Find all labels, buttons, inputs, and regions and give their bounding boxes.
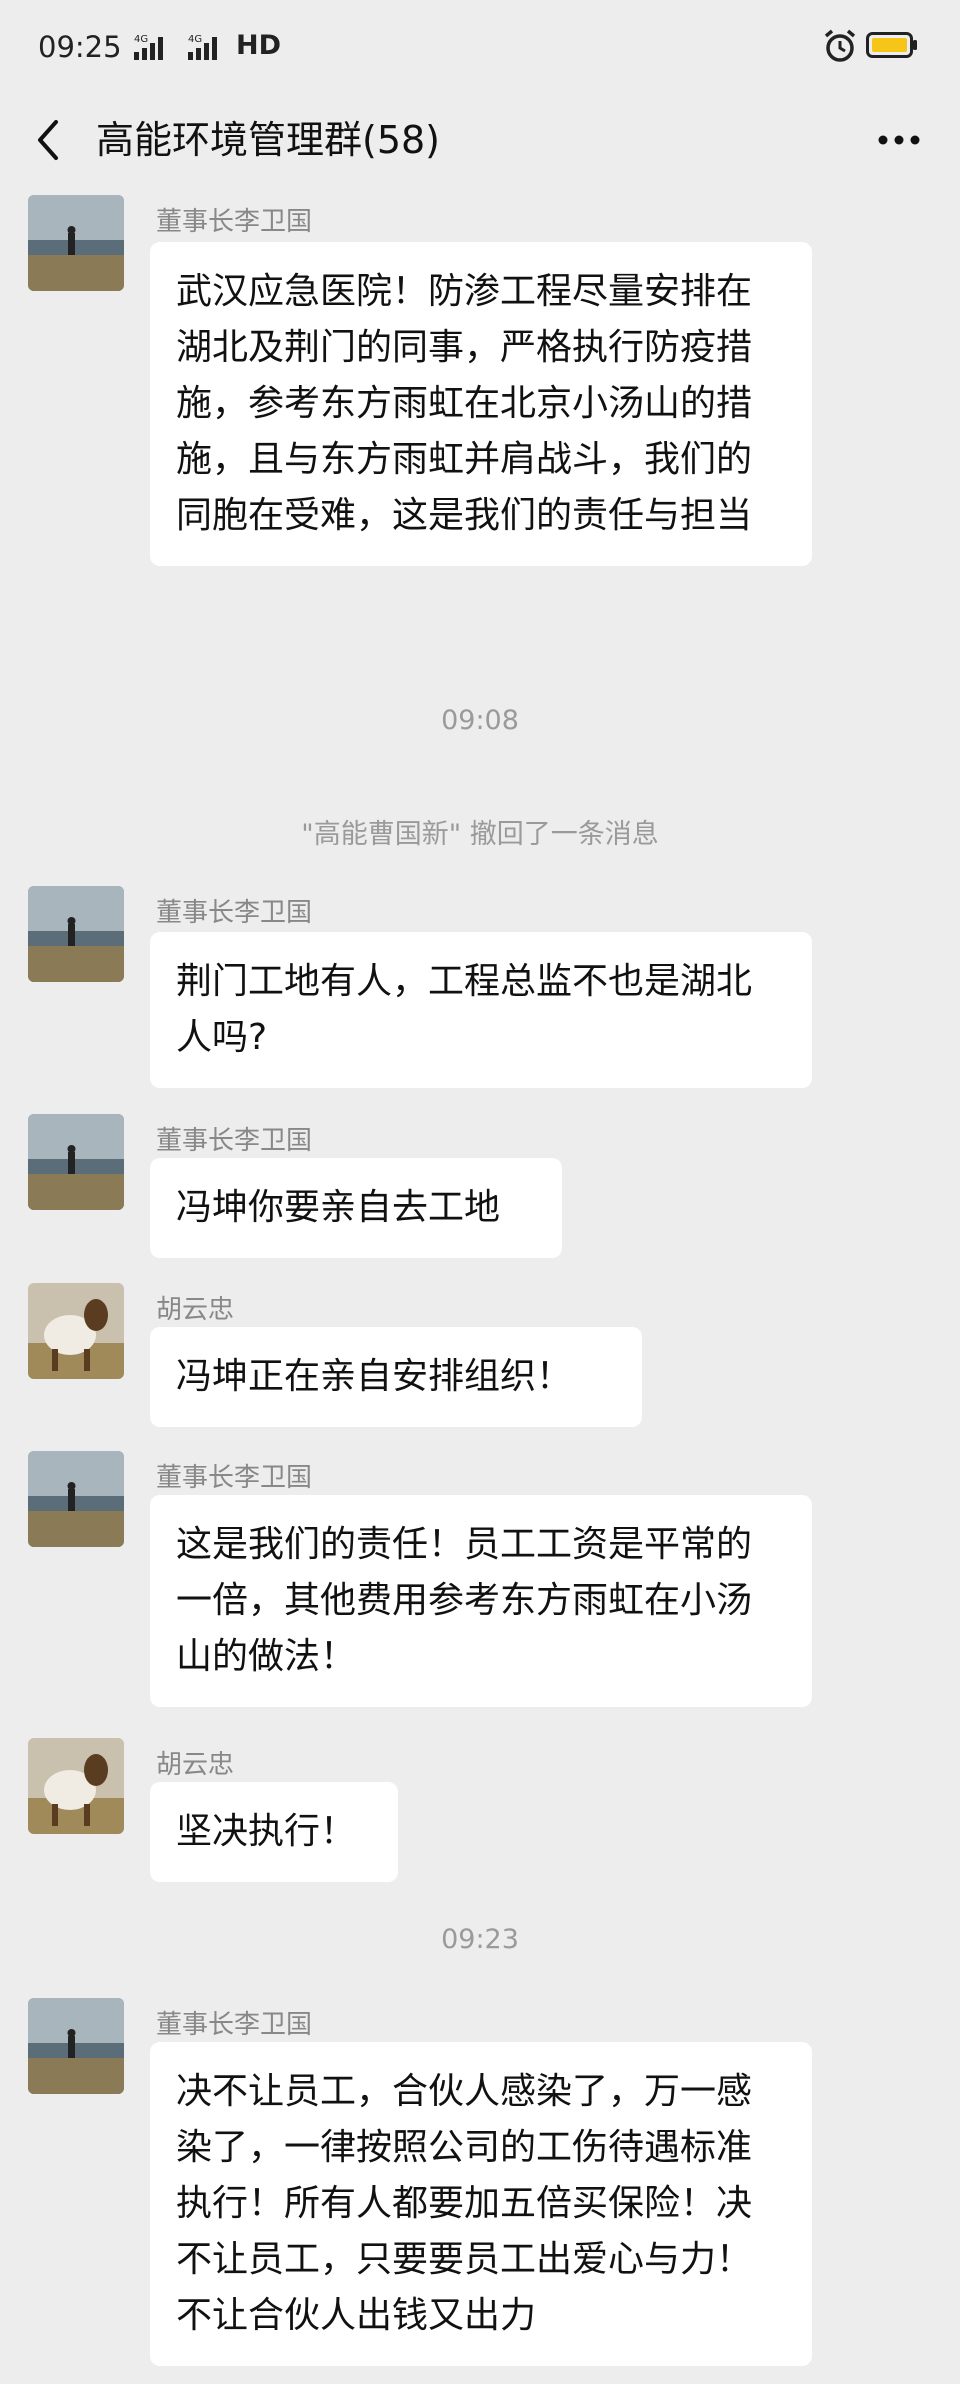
back-arrow-icon[interactable] xyxy=(28,112,68,168)
avatar[interactable] xyxy=(28,1738,124,1834)
sender-name: 胡云忠 xyxy=(156,1295,235,1325)
message-bubble[interactable]: 坚决执行！ xyxy=(150,1782,398,1882)
avatar[interactable] xyxy=(28,1283,124,1379)
timestamp: 09:08 xyxy=(441,705,519,736)
message-text: 冯坤正在亲自安排组织！ xyxy=(176,1356,573,1397)
avatar[interactable] xyxy=(28,1114,124,1210)
message-text: 冯坤你要亲自去工地 xyxy=(176,1187,501,1228)
signal-icon: 4G xyxy=(188,34,217,60)
sender-name: 董事长李卫国 xyxy=(156,2010,313,2040)
status-bar: 09:25 4G 4G HD xyxy=(0,0,960,90)
chat-title: 高能环境管理群(58) xyxy=(96,118,441,162)
status-time: 09:25 xyxy=(38,30,122,64)
message-bubble[interactable]: 荆门工地有人，工程总监不也是湖北人吗? xyxy=(150,932,812,1088)
message-text: 这是我们的责任！员工工资是平常的一倍，其他费用参考东方雨虹在小汤山的做法！ xyxy=(176,1524,753,1677)
message-text: 武汉应急医院！防渗工程尽量安排在湖北及荆门的同事，严格执行防疫措施，参考东方雨虹… xyxy=(176,271,753,536)
network-label: 4G xyxy=(134,34,148,45)
recall-notice: "高能曹国新" 撤回了一条消息 xyxy=(301,819,659,850)
chat-header: 高能环境管理群(58) xyxy=(0,90,960,190)
more-icon[interactable] xyxy=(874,112,924,168)
sender-name: 董事长李卫国 xyxy=(156,1126,313,1156)
message-bubble[interactable]: 这是我们的责任！员工工资是平常的一倍，其他费用参考东方雨虹在小汤山的做法！ xyxy=(150,1495,812,1707)
message-bubble[interactable]: 冯坤正在亲自安排组织！ xyxy=(150,1327,642,1427)
message-text: 决不让员工，合伙人感染了，万一感染了，一律按照公司的工伤待遇标准执行！所有人都要… xyxy=(176,2071,753,2336)
timestamp: 09:23 xyxy=(441,1924,519,1955)
message-text: 荆门工地有人，工程总监不也是湖北人吗? xyxy=(176,961,753,1058)
message-bubble[interactable]: 武汉应急医院！防渗工程尽量安排在湖北及荆门的同事，严格执行防疫措施，参考东方雨虹… xyxy=(150,242,812,566)
message-bubble[interactable]: 冯坤你要亲自去工地 xyxy=(150,1158,562,1258)
sender-name: 董事长李卫国 xyxy=(156,898,313,928)
message-text: 坚决执行！ xyxy=(176,1811,357,1852)
network-label: 4G xyxy=(188,34,202,45)
sender-name: 董事长李卫国 xyxy=(156,1463,313,1493)
battery-icon xyxy=(866,32,917,58)
avatar[interactable] xyxy=(28,1998,124,2094)
message-bubble[interactable]: 决不让员工，合伙人感染了，万一感染了，一律按照公司的工伤待遇标准执行！所有人都要… xyxy=(150,2042,812,2366)
avatar[interactable] xyxy=(28,1451,124,1547)
avatar[interactable] xyxy=(28,195,124,291)
hd-indicator: HD xyxy=(236,30,282,61)
alarm-icon xyxy=(824,29,856,62)
sender-name: 胡云忠 xyxy=(156,1750,235,1780)
signal-icon: 4G xyxy=(134,34,163,60)
sender-name: 董事长李卫国 xyxy=(156,207,313,237)
avatar[interactable] xyxy=(28,886,124,982)
